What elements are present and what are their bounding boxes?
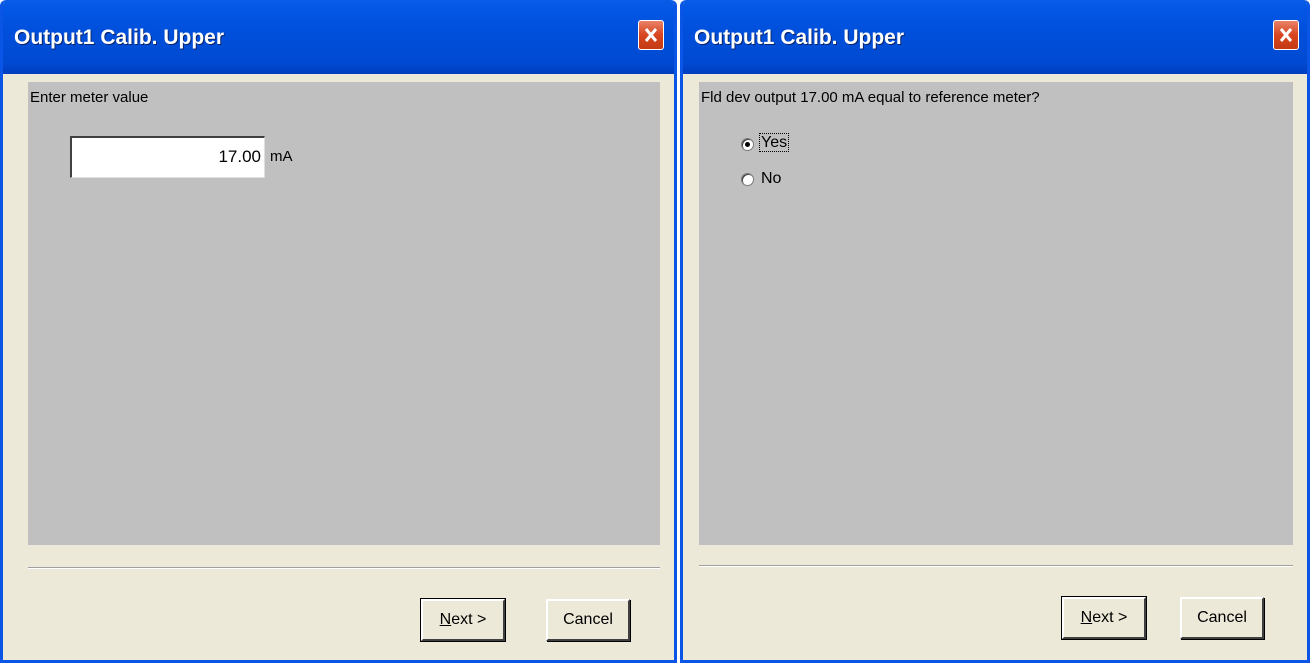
question-label: Fld dev output 17.00 mA equal to referen… — [701, 89, 1040, 106]
left-cancel-label: Cancel — [563, 611, 613, 628]
radio-no[interactable] — [741, 173, 754, 186]
close-icon — [1279, 28, 1293, 42]
left-close-button[interactable] — [638, 20, 664, 50]
close-icon — [644, 28, 658, 42]
radio-yes-label[interactable]: Yes — [759, 133, 790, 152]
meter-value-input[interactable]: 17.00 — [70, 136, 265, 178]
radio-yes-dot — [745, 142, 750, 147]
right-divider — [699, 565, 1293, 567]
right-cancel-button[interactable]: Cancel — [1180, 597, 1264, 639]
unit-label: mA — [270, 148, 293, 165]
right-title-bar[interactable]: Output1 Calib. Upper — [683, 0, 1307, 74]
left-content-panel: Enter meter value 17.00 mA — [28, 82, 660, 545]
right-next-mnemonic: N — [1080, 609, 1093, 626]
right-dialog-window: Output1 Calib. Upper Fld dev output 17.0… — [680, 0, 1310, 663]
right-close-button[interactable] — [1273, 20, 1299, 50]
right-next-button[interactable]: Next > — [1061, 596, 1147, 640]
right-next-label: ext > — [1092, 609, 1128, 626]
left-next-label: ext > — [451, 611, 487, 628]
right-dialog-title: Output1 Calib. Upper — [694, 26, 904, 49]
left-next-button[interactable]: Next > — [420, 598, 506, 642]
right-content-panel: Fld dev output 17.00 mA equal to referen… — [699, 82, 1293, 545]
left-cancel-button[interactable]: Cancel — [546, 599, 630, 641]
radio-no-label[interactable]: No — [761, 170, 781, 188]
left-dialog-title: Output1 Calib. Upper — [14, 26, 224, 49]
right-cancel-label: Cancel — [1197, 609, 1247, 626]
left-divider — [28, 567, 660, 569]
left-title-bar[interactable]: Output1 Calib. Upper — [3, 0, 674, 74]
meter-prompt-label: Enter meter value — [30, 89, 149, 106]
left-next-mnemonic: N — [439, 611, 452, 628]
left-dialog-window: Output1 Calib. Upper Enter meter value 1… — [0, 0, 677, 663]
radio-yes[interactable] — [741, 138, 754, 151]
